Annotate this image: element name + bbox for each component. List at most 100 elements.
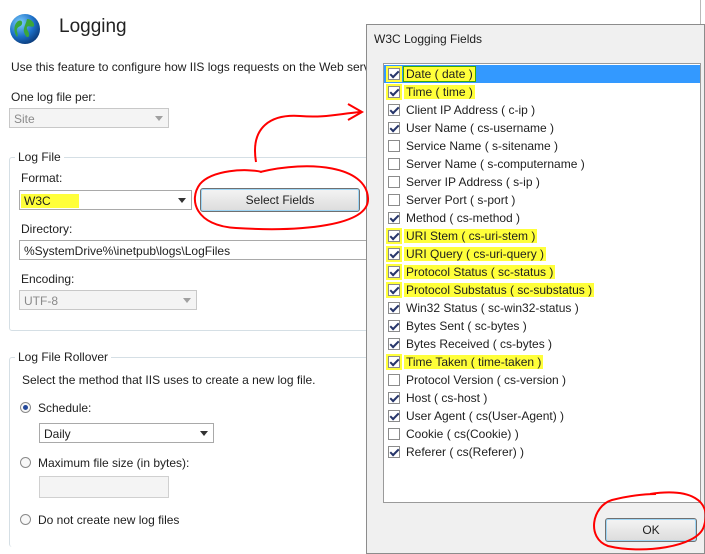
field-checkbox[interactable] [388,392,400,404]
encoding-dropdown[interactable]: UTF-8 [19,290,197,310]
field-label: Method ( cs-method ) [406,211,521,225]
field-checkbox[interactable] [388,374,400,386]
field-label: Bytes Received ( cs-bytes ) [406,337,553,351]
chevron-down-icon [178,198,186,203]
field-checkbox[interactable] [388,410,400,422]
schedule-radio[interactable] [20,402,31,413]
schedule-dropdown[interactable]: Daily [39,423,214,443]
field-label: Server Name ( s-computername ) [406,157,585,171]
field-label: Time ( time ) [404,85,475,99]
field-label: Protocol Version ( cs-version ) [406,373,567,387]
encoding-value: UTF-8 [24,294,58,308]
schedule-value: Daily [44,427,71,441]
field-label: Client IP Address ( c-ip ) [406,103,536,117]
directory-label: Directory: [21,222,73,236]
one-log-file-label: One log file per: [11,90,96,104]
field-label: Protocol Substatus ( sc-substatus ) [404,283,595,297]
max-size-radio[interactable] [20,457,31,468]
format-label: Format: [21,171,63,185]
field-row[interactable]: Client IP Address ( c-ip ) [384,101,700,119]
field-row[interactable]: Protocol Version ( cs-version ) [384,371,700,389]
field-label: Win32 Status ( sc-win32-status ) [406,301,579,315]
field-checkbox[interactable] [388,122,400,134]
field-label: Referer ( cs(Referer) ) [406,445,525,459]
field-row[interactable]: User Name ( cs-username ) [384,119,700,137]
field-checkbox[interactable] [388,194,400,206]
encoding-label: Encoding: [21,272,75,286]
max-size-label: Maximum file size (in bytes): [38,456,190,470]
field-row[interactable]: Server IP Address ( s-ip ) [384,173,700,191]
dialog-title: W3C Logging Fields [374,32,483,46]
field-label: Cookie ( cs(Cookie) ) [406,427,519,441]
field-checkbox[interactable] [388,284,400,296]
field-row[interactable]: Date ( date ) [384,65,700,83]
field-label: Service Name ( s-sitename ) [406,139,559,153]
field-row[interactable]: URI Stem ( cs-uri-stem ) [384,227,700,245]
field-row[interactable]: Service Name ( s-sitename ) [384,137,700,155]
directory-value: %SystemDrive%\inetpub\logs\LogFiles [24,244,231,258]
max-size-input[interactable] [39,476,169,498]
field-row[interactable]: Bytes Sent ( sc-bytes ) [384,317,700,335]
field-row[interactable]: Method ( cs-method ) [384,209,700,227]
field-label: Protocol Status ( sc-status ) [404,265,556,279]
format-dropdown[interactable]: W3C [19,190,192,210]
field-row[interactable]: Win32 Status ( sc-win32-status ) [384,299,700,317]
rollover-description: Select the method that IIS uses to creat… [22,373,316,387]
chevron-down-icon [183,298,191,303]
ok-button[interactable]: OK [605,518,697,542]
field-label: Host ( cs-host ) [406,391,488,405]
field-checkbox[interactable] [388,320,400,332]
field-label: Time Taken ( time-taken ) [404,355,544,369]
field-row[interactable]: Cookie ( cs(Cookie) ) [384,425,700,443]
one-log-file-value: Site [14,112,35,126]
no-new-log-label: Do not create new log files [38,513,180,527]
field-checkbox[interactable] [388,356,400,368]
field-checkbox[interactable] [388,230,400,242]
one-log-file-dropdown[interactable]: Site [9,108,169,128]
field-row[interactable]: Server Name ( s-computername ) [384,155,700,173]
field-label: User Name ( cs-username ) [406,121,555,135]
field-checkbox[interactable] [388,212,400,224]
field-checkbox[interactable] [388,248,400,260]
format-value: W3C [21,194,79,208]
field-label: URI Query ( cs-uri-query ) [404,247,547,261]
field-label: URI Stem ( cs-uri-stem ) [404,229,538,243]
page-description: Use this feature to configure how IIS lo… [11,60,377,74]
field-label: Date ( date ) [403,66,476,82]
field-row[interactable]: Server Port ( s-port ) [384,191,700,209]
rollover-group-title: Log File Rollover [15,350,112,364]
field-row[interactable]: Bytes Received ( cs-bytes ) [384,335,700,353]
field-checkbox[interactable] [388,302,400,314]
field-checkbox[interactable] [388,338,400,350]
field-checkbox[interactable] [388,104,400,116]
field-checkbox[interactable] [388,266,400,278]
chevron-down-icon [200,431,208,436]
field-label: Bytes Sent ( sc-bytes ) [406,319,527,333]
log-file-group-title: Log File [15,150,64,164]
field-checkbox[interactable] [388,176,400,188]
field-label: User Agent ( cs(User-Agent) ) [406,409,565,423]
field-row[interactable]: Referer ( cs(Referer) ) [384,443,700,461]
field-checkbox[interactable] [388,140,400,152]
select-fields-button[interactable]: Select Fields [200,188,360,212]
field-label: Server IP Address ( s-ip ) [406,175,540,189]
field-checkbox[interactable] [388,86,400,98]
field-row[interactable]: Host ( cs-host ) [384,389,700,407]
field-row[interactable]: Protocol Substatus ( sc-substatus ) [384,281,700,299]
field-checkbox[interactable] [388,158,400,170]
globe-icon [10,14,40,44]
field-checkbox[interactable] [388,68,400,80]
field-row[interactable]: URI Query ( cs-uri-query ) [384,245,700,263]
schedule-label: Schedule: [38,401,92,415]
w3c-fields-dialog: W3C Logging Fields Date ( date ) Time ( t… [366,24,705,554]
field-row[interactable]: Time ( time ) [384,83,700,101]
field-row[interactable]: User Agent ( cs(User-Agent) ) [384,407,700,425]
field-label: Server Port ( s-port ) [406,193,516,207]
field-checkbox[interactable] [388,428,400,440]
directory-input[interactable]: %SystemDrive%\inetpub\logs\LogFiles [19,240,369,260]
field-row[interactable]: Time Taken ( time-taken ) [384,353,700,371]
no-new-log-radio[interactable] [20,514,31,525]
chevron-down-icon [155,116,163,121]
field-row[interactable]: Protocol Status ( sc-status ) [384,263,700,281]
field-checkbox[interactable] [388,446,400,458]
